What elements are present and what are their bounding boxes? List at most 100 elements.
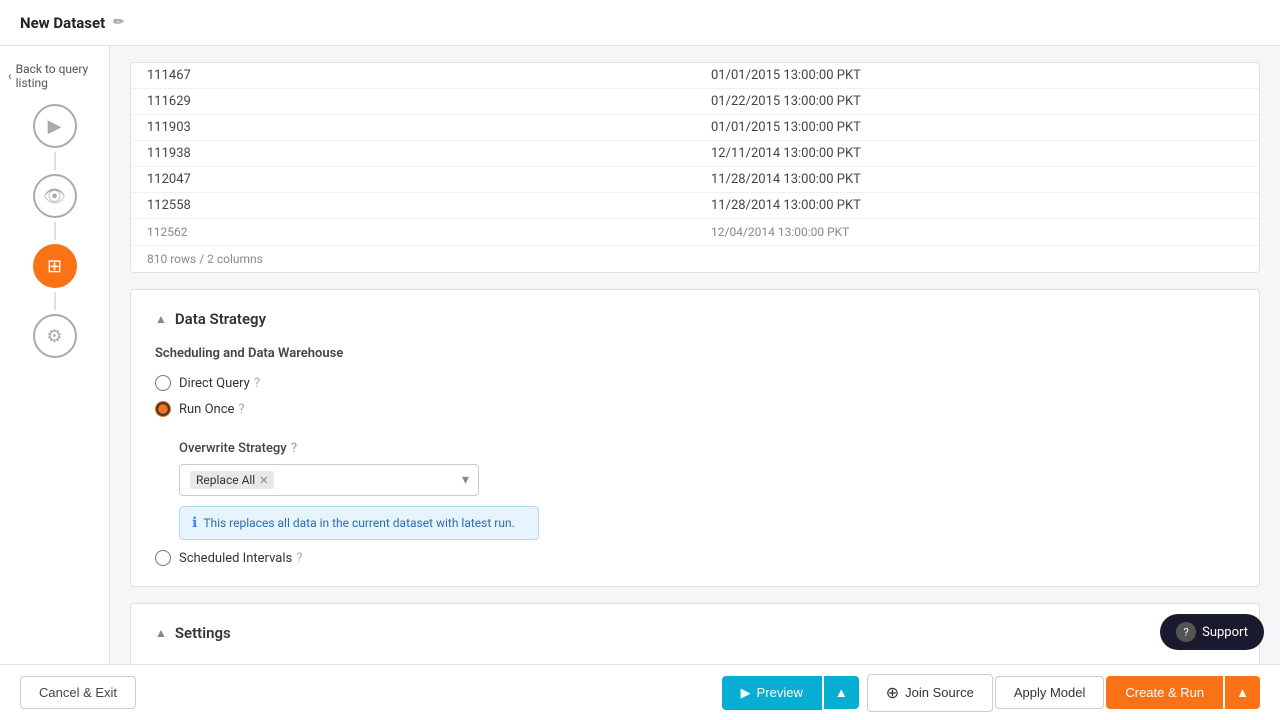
run-once-radio[interactable]: [155, 401, 171, 417]
cell-id: 112047: [131, 167, 695, 193]
join-source-label: Join Source: [905, 685, 974, 700]
data-table: 111467 01/01/2015 13:00:00 PKT 111629 01…: [131, 63, 1259, 245]
selected-tag-text: Replace All: [196, 473, 255, 487]
step-3-icon: ⊞: [47, 256, 62, 277]
scheduling-radio-group: Direct Query ? Run Once ?: [155, 375, 1235, 566]
run-once-help-icon[interactable]: ?: [238, 402, 244, 417]
overwrite-strategy-select[interactable]: Replace All ✕: [179, 464, 479, 496]
sidebar: ‹ Back to query listing ▶ 👁 ⊞ ⚙: [0, 46, 110, 664]
join-source-button[interactable]: ⊕ Join Source: [867, 674, 993, 712]
back-arrow-icon: ‹: [8, 69, 12, 83]
direct-query-label: Direct Query ?: [179, 376, 260, 391]
support-label: Support: [1202, 625, 1248, 640]
apply-model-button[interactable]: Apply Model: [995, 676, 1105, 709]
table-row: 111629 01/22/2015 13:00:00 PKT: [131, 89, 1259, 115]
direct-query-option[interactable]: Direct Query ?: [155, 375, 1235, 391]
back-link[interactable]: ‹ Back to query listing: [0, 62, 109, 90]
subsection-title: Scheduling and Data Warehouse: [155, 346, 1235, 361]
apply-model-label: Apply Model: [1014, 685, 1086, 700]
play-icon: ▶: [741, 685, 751, 701]
cell-date: 12/04/2014 13:00:00 PKT: [695, 219, 1259, 246]
settings-card: ▲ Settings: [130, 603, 1260, 664]
overwrite-strategy-section: Overwrite Strategy ? Replace All ✕ ▾: [179, 441, 1235, 540]
scheduled-intervals-help-icon[interactable]: ?: [296, 551, 302, 566]
preview-caret-button[interactable]: ▲: [824, 676, 859, 709]
step-icon-3[interactable]: ⊞: [33, 244, 77, 288]
preview-label: Preview: [757, 685, 803, 700]
cell-id: 111938: [131, 141, 695, 167]
scheduled-intervals-text: Scheduled Intervals: [179, 551, 292, 566]
cell-id: 111903: [131, 115, 695, 141]
bottom-bar: Cancel & Exit ▶ Preview ▲ ⊕ Join Source …: [0, 664, 1280, 720]
table-footer: 810 rows / 2 columns: [131, 245, 1259, 272]
direct-query-text: Direct Query: [179, 376, 250, 391]
create-run-caret-icon: ▲: [1236, 685, 1249, 700]
settings-collapse-icon[interactable]: ▲: [155, 626, 167, 640]
cell-id: 111629: [131, 89, 695, 115]
data-strategy-header: ▲ Data Strategy: [155, 310, 1235, 328]
edit-title-icon[interactable]: ✏: [113, 15, 124, 30]
overwrite-label-text: Overwrite Strategy: [179, 441, 287, 456]
data-strategy-body: Scheduling and Data Warehouse Direct Que…: [155, 346, 1235, 566]
create-run-label: Create & Run: [1125, 685, 1204, 700]
cell-id: 112558: [131, 193, 695, 219]
data-strategy-card: ▲ Data Strategy Scheduling and Data Ware…: [130, 289, 1260, 587]
cell-date: 01/01/2015 13:00:00 PKT: [695, 115, 1259, 141]
scheduled-intervals-radio[interactable]: [155, 550, 171, 566]
run-once-text: Run Once: [179, 402, 234, 417]
run-once-option[interactable]: Run Once ?: [155, 401, 1235, 417]
scheduled-intervals-label: Scheduled Intervals ?: [179, 551, 302, 566]
table-row: 112047 11/28/2014 13:00:00 PKT: [131, 167, 1259, 193]
overwrite-strategy-label: Overwrite Strategy ?: [179, 441, 1235, 456]
settings-header: ▲ Settings: [155, 624, 1235, 642]
step-connector-3: [54, 292, 56, 310]
cell-id: 111467: [131, 63, 695, 89]
cell-id: 112562: [131, 219, 695, 246]
create-run-button[interactable]: Create & Run: [1106, 676, 1223, 709]
overwrite-help-icon[interactable]: ?: [291, 441, 297, 456]
cell-date: 12/11/2014 13:00:00 PKT: [695, 141, 1259, 167]
preview-caret-icon: ▲: [835, 685, 848, 700]
settings-title: Settings: [175, 624, 231, 642]
step-icon-4[interactable]: ⚙: [33, 314, 77, 358]
step-icon-2[interactable]: 👁: [33, 174, 77, 218]
scheduled-intervals-option[interactable]: Scheduled Intervals ?: [155, 550, 1235, 566]
step-icon-1[interactable]: ▶: [33, 104, 77, 148]
table-row: 112562 12/04/2014 13:00:00 PKT: [131, 219, 1259, 246]
create-run-caret-button[interactable]: ▲: [1225, 676, 1260, 709]
preview-button[interactable]: ▶ Preview: [722, 676, 822, 710]
table-row: 111467 01/01/2015 13:00:00 PKT: [131, 63, 1259, 89]
back-link-label: Back to query listing: [16, 62, 101, 90]
cell-date: 01/01/2015 13:00:00 PKT: [695, 63, 1259, 89]
step-1-icon: ▶: [48, 116, 62, 137]
collapse-icon[interactable]: ▲: [155, 312, 167, 326]
direct-query-radio[interactable]: [155, 375, 171, 391]
main-content: 111467 01/01/2015 13:00:00 PKT 111629 01…: [110, 46, 1280, 664]
tag-close-icon[interactable]: ✕: [259, 474, 268, 487]
cell-date: 11/28/2014 13:00:00 PKT: [695, 167, 1259, 193]
step-connector-2: [54, 222, 56, 240]
main-layout: ‹ Back to query listing ▶ 👁 ⊞ ⚙ 111467: [0, 46, 1280, 664]
step-connector-1: [54, 152, 56, 170]
data-table-section: 111467 01/01/2015 13:00:00 PKT 111629 01…: [130, 62, 1260, 273]
cell-date: 01/22/2015 13:00:00 PKT: [695, 89, 1259, 115]
step-2-icon: 👁: [43, 186, 66, 207]
selected-tag: Replace All ✕: [190, 471, 274, 489]
action-buttons-group: ▶ Preview ▲ ⊕ Join Source Apply Model Cr…: [722, 674, 1260, 712]
overwrite-strategy-select-wrapper: Replace All ✕ ▾: [179, 464, 479, 496]
info-icon: ℹ: [192, 515, 197, 531]
data-strategy-title: Data Strategy: [175, 310, 266, 328]
support-button[interactable]: ? Support: [1160, 614, 1264, 650]
table-row: 112558 11/28/2014 13:00:00 PKT: [131, 193, 1259, 219]
table-row: 111938 12/11/2014 13:00:00 PKT: [131, 141, 1259, 167]
cancel-exit-button[interactable]: Cancel & Exit: [20, 676, 136, 709]
run-once-label: Run Once ?: [179, 402, 245, 417]
page-title: New Dataset: [20, 14, 105, 32]
direct-query-help-icon[interactable]: ?: [254, 376, 260, 391]
top-bar: New Dataset ✏: [0, 0, 1280, 46]
plus-icon: ⊕: [886, 683, 899, 703]
cell-date: 11/28/2014 13:00:00 PKT: [695, 193, 1259, 219]
info-text: This replaces all data in the current da…: [203, 516, 514, 530]
support-circle-icon: ?: [1176, 622, 1196, 642]
step-4-icon: ⚙: [46, 326, 62, 347]
